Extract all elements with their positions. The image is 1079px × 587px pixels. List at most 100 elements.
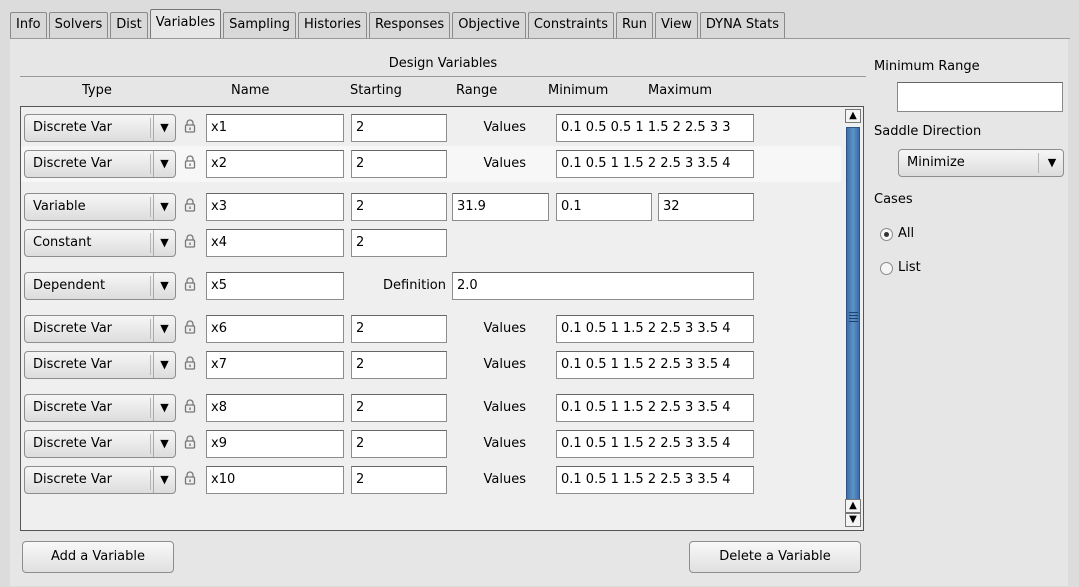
discrete-values-input[interactable]: 0.1 0.5 1 1.5 2 2.5 3 3.5 4	[556, 315, 754, 343]
variable-name-input[interactable]: x3	[206, 193, 344, 221]
tab-objective[interactable]: Objective	[452, 12, 526, 38]
add-variable-button[interactable]: Add a Variable	[22, 541, 174, 573]
minimum-range-label: Minimum Range	[874, 59, 980, 74]
chevron-down-icon[interactable]: ▼	[1041, 150, 1063, 176]
lock-icon[interactable]	[183, 471, 197, 489]
variable-type-select[interactable]: Dependent ▼	[24, 272, 176, 300]
definition-input[interactable]: 2.0	[452, 272, 754, 300]
lock-icon[interactable]	[183, 435, 197, 453]
variable-type-value: Discrete Var	[33, 120, 113, 135]
range-input[interactable]: 31.9	[452, 193, 549, 221]
discrete-values-input[interactable]: 0.1 0.5 1 1.5 2 2.5 3 3.5 4	[556, 394, 754, 422]
separator	[150, 197, 151, 217]
variable-name-input[interactable]: x9	[206, 430, 344, 458]
separator	[1038, 153, 1039, 173]
lock-icon[interactable]	[183, 198, 197, 216]
vertical-scrollbar[interactable]: ▲ ▲ ▼	[844, 107, 863, 530]
variable-type-select[interactable]: Discrete Var ▼	[24, 315, 176, 343]
starting-value-input[interactable]: 2	[351, 351, 447, 379]
discrete-values-input[interactable]: 0.1 0.5 0.5 1 1.5 2 2.5 3 3	[556, 114, 754, 142]
saddle-direction-value: Minimize	[907, 155, 965, 170]
variable-name-input[interactable]: x4	[206, 229, 344, 257]
variable-type-select[interactable]: Discrete Var ▼	[24, 466, 176, 494]
discrete-values-input[interactable]: 0.1 0.5 1 1.5 2 2.5 3 3.5 4	[556, 466, 754, 494]
scroll-thumb[interactable]	[846, 127, 860, 511]
tab-view[interactable]: View	[654, 12, 698, 38]
grip-line	[849, 318, 858, 319]
starting-value-input[interactable]: 2	[351, 114, 447, 142]
table-row: Discrete Var ▼ x2 2 Values 0.1 0.5 1 1.5 2 2.…	[21, 146, 841, 182]
chevron-down-icon[interactable]: ▼	[153, 115, 175, 141]
lock-icon[interactable]	[183, 399, 197, 417]
chevron-down-icon[interactable]: ▼	[153, 395, 175, 421]
tab-info[interactable]: Info	[10, 12, 47, 38]
variable-type-value: Discrete Var	[33, 321, 113, 336]
tab-responses[interactable]: Responses	[368, 12, 451, 38]
chevron-down-icon[interactable]: ▼	[153, 194, 175, 220]
column-header-range: Range	[456, 83, 498, 98]
lock-icon[interactable]	[183, 356, 197, 374]
maximum-input[interactable]: 32	[658, 193, 754, 221]
chevron-down-icon[interactable]: ▼	[153, 431, 175, 457]
variable-name-input[interactable]: x6	[206, 315, 344, 343]
minimum-input[interactable]: 0.1	[556, 193, 652, 221]
chevron-down-icon[interactable]: ▼	[153, 467, 175, 493]
arrow-up-icon[interactable]: ▲	[845, 109, 861, 123]
tab-variables[interactable]: Variables	[149, 9, 222, 39]
variable-name-input[interactable]: x5	[206, 272, 344, 300]
variable-type-select[interactable]: Discrete Var ▼	[24, 114, 176, 142]
variable-name-input[interactable]: x1	[206, 114, 344, 142]
lock-icon[interactable]	[183, 320, 197, 338]
starting-value-input[interactable]: 2	[351, 150, 447, 178]
arrow-up-icon[interactable]: ▲	[845, 499, 861, 513]
discrete-values-input[interactable]: 0.1 0.5 1 1.5 2 2.5 3 3.5 4	[556, 150, 754, 178]
starting-value-input[interactable]: 2	[351, 315, 447, 343]
table-row: Discrete Var ▼ x9 2 Values 0.1 0.5 1 1.5 2 2.…	[21, 426, 841, 462]
variable-type-select[interactable]: Discrete Var ▼	[24, 150, 176, 178]
values-label: Values	[483, 400, 526, 415]
table-row: Dependent ▼ x5 Definition 2.0	[21, 268, 841, 304]
tab-run[interactable]: Run	[616, 12, 653, 38]
chevron-down-icon[interactable]: ▼	[153, 316, 175, 342]
saddle-direction-select[interactable]: Minimize ▼	[898, 149, 1064, 177]
chevron-down-icon[interactable]: ▼	[153, 273, 175, 299]
variable-type-select[interactable]: Discrete Var ▼	[24, 351, 176, 379]
discrete-values-input[interactable]: 0.1 0.5 1 1.5 2 2.5 3 3.5 4	[556, 430, 754, 458]
cases-all-radio[interactable]	[880, 228, 893, 241]
design-variables-list[interactable]: Discrete Var ▼ x10 2 Values 0.1 0.5 1 1.5 2 2…	[20, 106, 864, 531]
variable-type-select[interactable]: Discrete Var ▼	[24, 430, 176, 458]
starting-value-input[interactable]: 2	[351, 394, 447, 422]
tab-sampling[interactable]: Sampling	[223, 12, 297, 38]
cases-list-radio[interactable]	[880, 262, 893, 275]
tab-solvers[interactable]: Solvers	[48, 12, 109, 38]
chevron-down-icon[interactable]: ▼	[153, 230, 175, 256]
tab-dist[interactable]: Dist	[110, 12, 148, 38]
variable-type-select[interactable]: Constant ▼	[24, 229, 176, 257]
variable-name-input[interactable]: x10	[206, 466, 344, 494]
starting-value-input[interactable]: 2	[351, 229, 447, 257]
starting-value-input[interactable]: 2	[351, 193, 447, 221]
grip-line	[849, 321, 858, 322]
starting-value-input[interactable]: 2	[351, 430, 447, 458]
variable-name-input[interactable]: x8	[206, 394, 344, 422]
variable-name-input[interactable]: x7	[206, 351, 344, 379]
column-header-starting: Starting	[350, 83, 402, 98]
variable-type-select[interactable]: Variable ▼	[24, 193, 176, 221]
tab-histories[interactable]: Histories	[298, 12, 367, 38]
chevron-down-icon[interactable]: ▼	[153, 151, 175, 177]
cases-all-label: All	[898, 226, 915, 241]
chevron-down-icon[interactable]: ▼	[153, 352, 175, 378]
lock-icon[interactable]	[183, 234, 197, 252]
discrete-values-input[interactable]: 0.1 0.5 1 1.5 2 2.5 3 3.5 4	[556, 351, 754, 379]
starting-value-input[interactable]: 2	[351, 466, 447, 494]
lock-icon[interactable]	[183, 119, 197, 137]
lock-icon[interactable]	[183, 155, 197, 173]
lock-icon[interactable]	[183, 277, 197, 295]
variable-name-input[interactable]: x2	[206, 150, 344, 178]
tab-dyna-stats[interactable]: DYNA Stats	[699, 12, 786, 38]
arrow-down-icon[interactable]: ▼	[845, 513, 861, 527]
delete-variable-button[interactable]: Delete a Variable	[689, 541, 861, 573]
tab-constraints[interactable]: Constraints	[527, 12, 615, 38]
variable-type-select[interactable]: Discrete Var ▼	[24, 394, 176, 422]
minimum-range-input[interactable]	[897, 82, 1063, 112]
